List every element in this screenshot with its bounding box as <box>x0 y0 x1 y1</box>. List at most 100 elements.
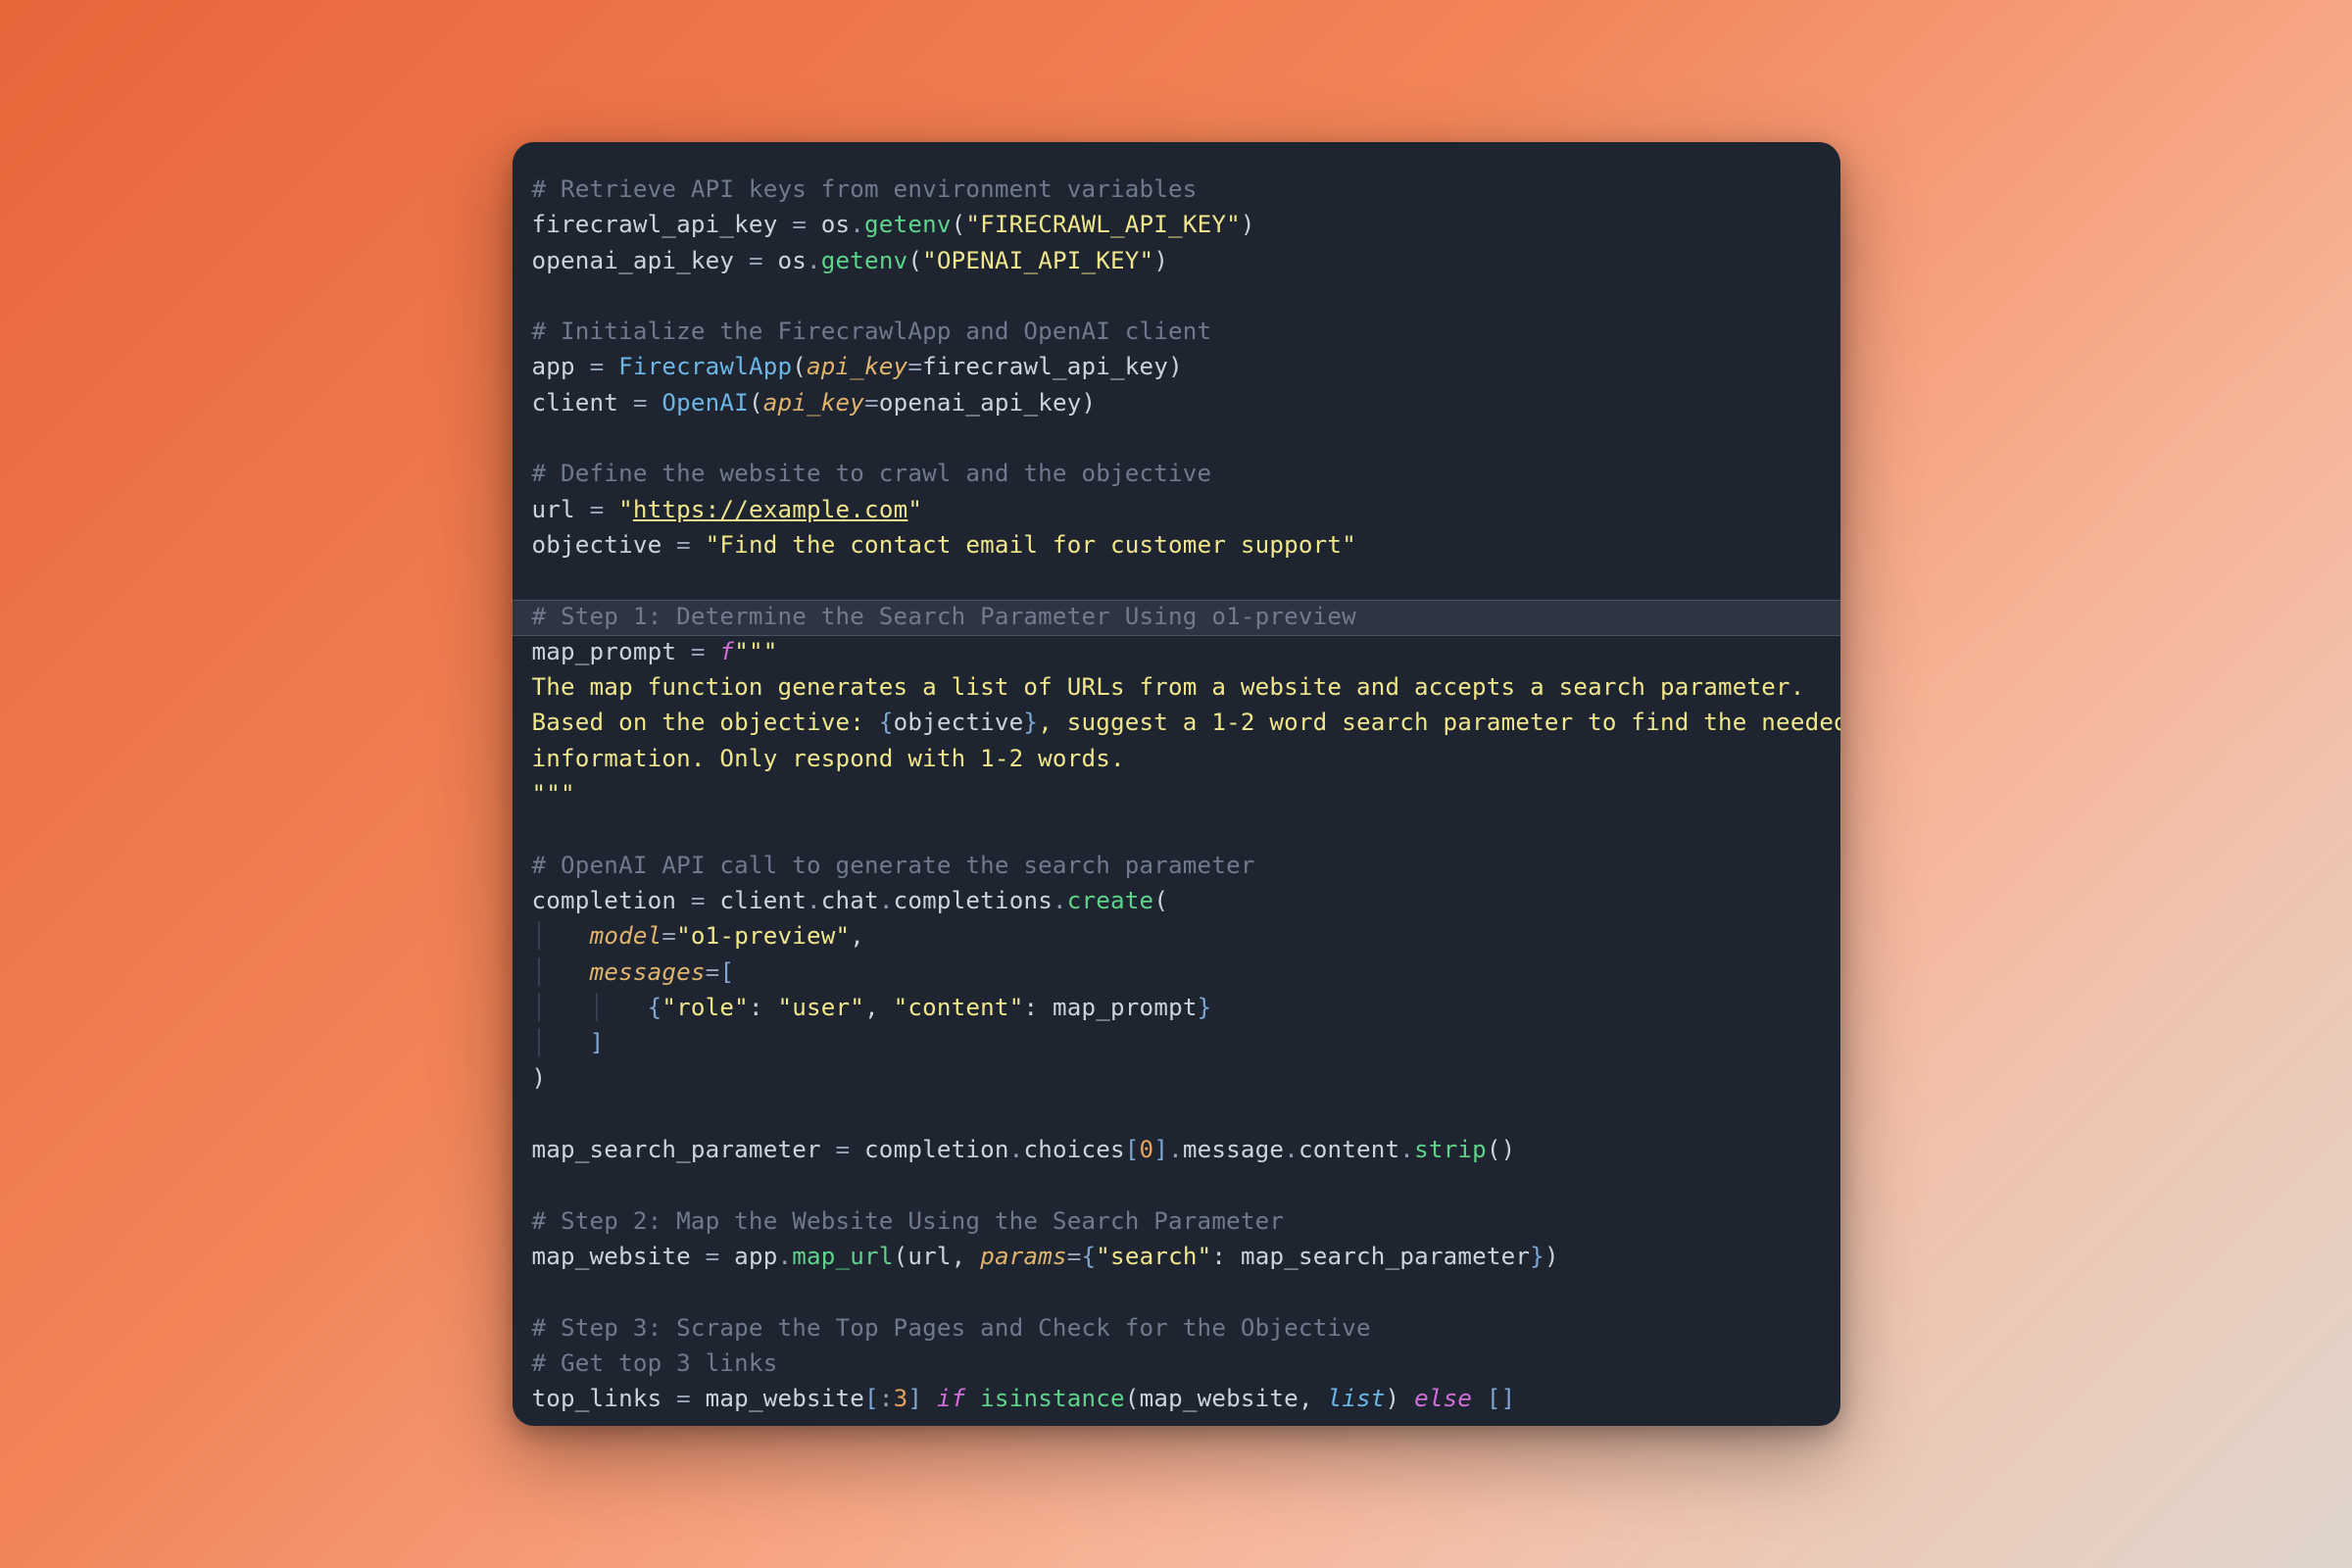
indent-guide: │ <box>532 922 590 950</box>
code-token: map_prompt <box>532 638 691 665</box>
code-token <box>604 353 618 380</box>
code-token: ) <box>1241 211 1255 238</box>
code-token: . <box>777 1243 792 1270</box>
code-token: ) <box>1544 1243 1559 1270</box>
code-comment: # Step 1: Determine the Search Parameter… <box>532 603 1356 630</box>
code-token: api_key <box>807 353 907 380</box>
code-comment: # Retrieve API keys from environment var… <box>532 175 1198 203</box>
code-token: = <box>676 531 691 559</box>
code-token: ) <box>1168 353 1183 380</box>
code-token: . <box>807 247 821 274</box>
code-token: else <box>1414 1385 1472 1412</box>
code-token: . <box>1399 1136 1414 1163</box>
code-token: chat <box>821 887 879 914</box>
code-token: = <box>792 211 807 238</box>
code-token: if <box>937 1385 966 1412</box>
code-token: openai_api_key <box>532 247 749 274</box>
code-token <box>965 1385 980 1412</box>
code-token: url <box>532 496 590 523</box>
code-token: map_search_parameter <box>1241 1243 1530 1270</box>
code-token: . <box>1009 1136 1024 1163</box>
code-comment: # Get top 3 links <box>532 1349 778 1377</box>
code-token: ] <box>907 1385 922 1412</box>
code-token <box>706 638 720 665</box>
code-token: [ <box>1125 1136 1140 1163</box>
code-token: , <box>1298 1385 1328 1412</box>
code-token: os <box>807 211 850 238</box>
code-token: : <box>1211 1243 1241 1270</box>
code-token: = <box>907 353 922 380</box>
code-token: firecrawl_api_key <box>532 211 793 238</box>
code-token: completions <box>894 887 1053 914</box>
code-comment: # Step 2: Map the Website Using the Sear… <box>532 1207 1285 1235</box>
code-token: messages <box>590 958 706 986</box>
code-token: 0 <box>1140 1136 1154 1163</box>
code-token: "content" <box>894 994 1024 1021</box>
code-token: = <box>836 1136 851 1163</box>
code-token: . <box>1284 1136 1298 1163</box>
code-token <box>691 531 706 559</box>
code-token: ( <box>749 389 763 416</box>
code-token: getenv <box>864 211 952 238</box>
code-token: map_website <box>1140 1385 1298 1412</box>
code-token: f <box>719 638 734 665</box>
code-token: choices <box>1023 1136 1124 1163</box>
code-token: . <box>879 887 894 914</box>
code-token: . <box>1053 887 1067 914</box>
code-token: content <box>1298 1136 1399 1163</box>
code-token: = <box>633 389 648 416</box>
code-token: () <box>1487 1136 1516 1163</box>
code-token: ( <box>952 211 966 238</box>
code-token: The map function generates a list of URL… <box>532 673 1805 701</box>
code-token: = <box>706 958 720 986</box>
code-token: " <box>618 496 633 523</box>
code-token: url <box>907 1243 951 1270</box>
code-token: : <box>1023 994 1053 1021</box>
code-token: "FIRECRAWL_API_KEY" <box>965 211 1240 238</box>
code-token: """ <box>532 780 575 808</box>
code-token: map_search_parameter <box>532 1136 836 1163</box>
code-token: list <box>1327 1385 1385 1412</box>
code-token: client <box>706 887 807 914</box>
code-token: = <box>1067 1243 1082 1270</box>
code-token: { <box>648 994 662 1021</box>
code-token: https://example.com <box>633 496 907 523</box>
code-token: , <box>864 994 894 1021</box>
code-token: FirecrawlApp <box>618 353 792 380</box>
code-token: "Find the contact email for customer sup… <box>706 531 1356 559</box>
code-token: ( <box>1125 1385 1140 1412</box>
code-comment: # OpenAI API call to generate the search… <box>532 852 1255 879</box>
code-token: ] <box>1153 1136 1168 1163</box>
code-token: ( <box>907 247 922 274</box>
code-token: [] <box>1487 1385 1516 1412</box>
code-token: "role" <box>662 994 749 1021</box>
indent-guide: │ <box>532 958 590 986</box>
code-token <box>922 1385 937 1412</box>
code-token: map_website <box>532 1243 706 1270</box>
code-token: : <box>749 994 778 1021</box>
code-token: " <box>907 496 922 523</box>
code-token: ) <box>1386 1385 1400 1412</box>
code-token: } <box>1198 994 1212 1021</box>
code-token: { <box>1082 1243 1097 1270</box>
code-token: ) <box>1082 389 1097 416</box>
code-token: objective <box>532 531 677 559</box>
code-token: = <box>590 496 605 523</box>
code-token: getenv <box>821 247 908 274</box>
code-token: "search" <box>1096 1243 1211 1270</box>
code-editor-window: # Retrieve API keys from environment var… <box>513 142 1840 1426</box>
code-token: app <box>532 353 590 380</box>
code-token: [ <box>864 1385 879 1412</box>
code-token: Based on the objective: <box>532 709 879 736</box>
code-token: = <box>590 353 605 380</box>
code-token: map_website <box>691 1385 864 1412</box>
code-token: completion <box>532 887 691 914</box>
code-token: = <box>691 638 706 665</box>
code-token: , suggest a 1-2 word search parameter to… <box>1038 709 1839 736</box>
code-token: app <box>719 1243 777 1270</box>
code-token: : <box>879 1385 894 1412</box>
code-token: params <box>980 1243 1067 1270</box>
code-content[interactable]: # Retrieve API keys from environment var… <box>513 142 1840 1426</box>
code-token: strip <box>1414 1136 1487 1163</box>
code-token <box>648 389 662 416</box>
